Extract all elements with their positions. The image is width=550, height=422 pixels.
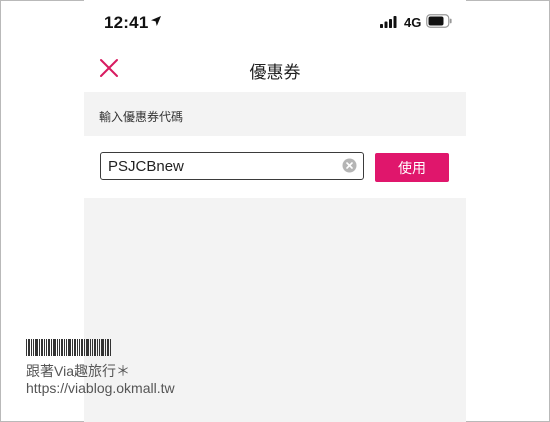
network-type: 4G [404,15,422,30]
watermark-name: 跟著Via趣旅行＊ [26,363,130,379]
coupon-code-input[interactable] [108,155,328,177]
page-title: 優惠券 [249,63,301,82]
status-bar: 12:41 4G [84,0,466,44]
nav-bar: 優惠券 [84,46,466,92]
clear-circle-icon[interactable] [342,158,357,173]
watermark: 跟著Via趣旅行＊ https://viablog.okmall.tw [26,339,226,399]
coupon-input-row: 使用 [84,136,466,198]
battery-icon [426,14,452,28]
signal-bars-icon [380,16,397,28]
watermark-url: https://viablog.okmall.tw [26,380,175,396]
status-time: 12:41 [104,13,149,32]
coupon-code-field[interactable] [100,152,364,180]
barcode-logo [26,339,111,356]
location-arrow-icon [151,16,161,26]
coupon-section-label: 輸入優惠券代碼 [99,110,184,124]
apply-coupon-button[interactable]: 使用 [375,153,449,182]
